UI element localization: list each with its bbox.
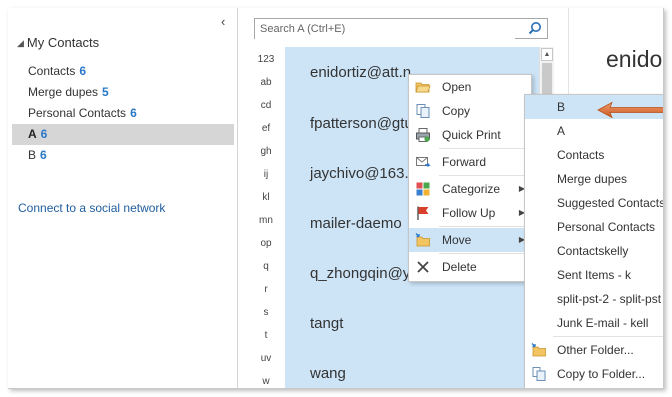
menu-item-copy-to-folder[interactable]: Copy to Folder... <box>525 362 663 386</box>
index-letter[interactable]: w <box>251 373 281 388</box>
menu-separator <box>439 253 531 254</box>
folder-item-personal-contacts[interactable]: Personal Contacts 6 <box>12 103 234 124</box>
move-target-merge-dupes[interactable]: Merge dupes <box>525 167 663 191</box>
move-target-contactskelly[interactable]: Contactskelly <box>525 239 663 263</box>
connect-social-network-link[interactable]: Connect to a social network <box>18 201 165 215</box>
move-target-personal-contacts[interactable]: Personal Contacts <box>525 215 663 239</box>
open-folder-icon <box>415 82 431 93</box>
menu-item-other-folder[interactable]: Other Folder... <box>525 338 663 362</box>
search-icon[interactable] <box>528 21 542 35</box>
menu-separator <box>553 336 663 337</box>
menu-separator <box>439 226 531 227</box>
index-letter[interactable]: op <box>251 235 281 258</box>
menu-item-categorize[interactable]: Categorize ▶ <box>409 177 531 201</box>
menu-label: Quick Print <box>442 128 501 142</box>
move-target-sent-items[interactable]: Sent Items - k <box>525 263 663 287</box>
index-letter[interactable]: kl <box>251 189 281 212</box>
index-letter[interactable]: ef <box>251 120 281 143</box>
menu-label: Follow Up <box>442 206 496 220</box>
outlook-people-window: ‹ ◢ My Contacts Contacts 6 Merge dupes 5 Pe… <box>8 8 664 389</box>
folder-label: Contacts <box>28 64 76 78</box>
folder-item-b[interactable]: B6 <box>12 145 234 166</box>
index-letter[interactable]: cd <box>251 97 281 120</box>
menu-item-delete[interactable]: Delete <box>409 255 531 279</box>
move-target-suggested-contacts[interactable]: Suggested Contacts <box>525 191 663 215</box>
categorize-icon <box>416 182 430 196</box>
index-letter[interactable]: mn <box>251 212 281 235</box>
folder-label: A <box>28 127 37 141</box>
delete-icon <box>417 261 429 273</box>
move-submenu: B A Contacts Merge dupes Suggested Conta… <box>524 94 663 388</box>
contact-folder-list: Contacts 6 Merge dupes 5 Personal Contacts… <box>12 61 234 166</box>
folder-count: 5 <box>102 85 109 99</box>
menu-item-copy[interactable]: Copy <box>409 99 531 123</box>
move-target-split-pst[interactable]: split-pst-2 - split-pst <box>525 287 663 311</box>
index-letter[interactable]: s <box>251 304 281 327</box>
index-letter[interactable]: ab <box>251 74 281 97</box>
reading-pane-contact-name: enido <box>606 46 663 72</box>
move-target-contacts[interactable]: Contacts <box>525 143 663 167</box>
expand-triangle-icon[interactable]: ◢ <box>17 38 24 48</box>
menu-item-open[interactable]: Open <box>409 75 531 99</box>
menu-label: Categorize <box>442 182 501 196</box>
folder-count: 6 <box>40 127 48 141</box>
move-target-a[interactable]: A <box>525 119 663 143</box>
folder-pane: ‹ ◢ My Contacts Contacts 6 Merge dupes 5 Pe… <box>8 8 238 388</box>
menu-separator <box>439 175 531 176</box>
index-letter[interactable]: q <box>251 258 281 281</box>
menu-item-quick-print[interactable]: Quick Print <box>409 123 531 147</box>
folder-item-contacts[interactable]: Contacts 6 <box>12 61 234 82</box>
folder-count: 6 <box>79 64 87 78</box>
menu-item-forward[interactable]: Forward <box>409 150 531 174</box>
menu-label: Open <box>442 80 472 94</box>
contact-list-item[interactable]: wang <box>285 349 539 388</box>
my-contacts-header[interactable]: ◢ My Contacts <box>17 35 99 50</box>
folder-label: B <box>28 148 37 162</box>
index-letter[interactable]: r <box>251 281 281 304</box>
index-letter[interactable]: uv <box>251 350 281 373</box>
scroll-up-arrow-icon[interactable]: ▲ <box>541 48 553 61</box>
menu-label: Delete <box>442 260 477 274</box>
folder-count: 6 <box>40 148 47 162</box>
contact-context-menu: Open Copy Quick Print Forward Categorize… <box>408 74 532 282</box>
menu-label: Copy <box>442 104 471 118</box>
index-letter[interactable]: 123 <box>251 51 281 74</box>
move-target-junk-email[interactable]: Junk E-mail - kell <box>525 311 663 335</box>
alphabet-index: 123 ab cd ef gh ij kl mn op q r s t uv w <box>251 51 281 388</box>
move-folder-icon <box>531 343 546 357</box>
menu-label: Copy to Folder... <box>557 367 646 381</box>
index-letter[interactable]: gh <box>251 143 281 166</box>
print-icon <box>416 128 430 142</box>
menu-label: Other Folder... <box>557 343 634 357</box>
menu-separator <box>439 148 531 149</box>
menu-item-follow-up[interactable]: Follow Up ▶ <box>409 201 531 225</box>
folder-item-a[interactable]: A6 <box>12 124 234 145</box>
callout-arrow-icon <box>597 101 663 119</box>
flag-icon <box>417 206 429 220</box>
index-letter[interactable]: t <box>251 327 281 350</box>
menu-label: Move <box>442 233 472 247</box>
forward-icon <box>416 157 431 167</box>
index-letter[interactable]: ij <box>251 166 281 189</box>
search-input[interactable] <box>255 19 515 39</box>
collapse-pane-button[interactable]: ‹ <box>221 14 225 29</box>
folder-label: Merge dupes <box>28 85 99 99</box>
menu-item-move[interactable]: Move ▶ <box>409 228 531 252</box>
menu-label: Forward <box>442 155 487 169</box>
move-folder-icon <box>415 233 430 247</box>
search-box <box>254 18 548 39</box>
folder-count: 6 <box>130 106 137 120</box>
folder-label: Personal Contacts <box>28 106 127 120</box>
folder-item-merge-dupes[interactable]: Merge dupes 5 <box>12 82 234 103</box>
contact-list-item[interactable]: tangt <box>285 299 539 349</box>
copy-to-folder-icon <box>532 367 546 381</box>
my-contacts-label: My Contacts <box>26 35 100 50</box>
copy-icon <box>416 104 430 118</box>
